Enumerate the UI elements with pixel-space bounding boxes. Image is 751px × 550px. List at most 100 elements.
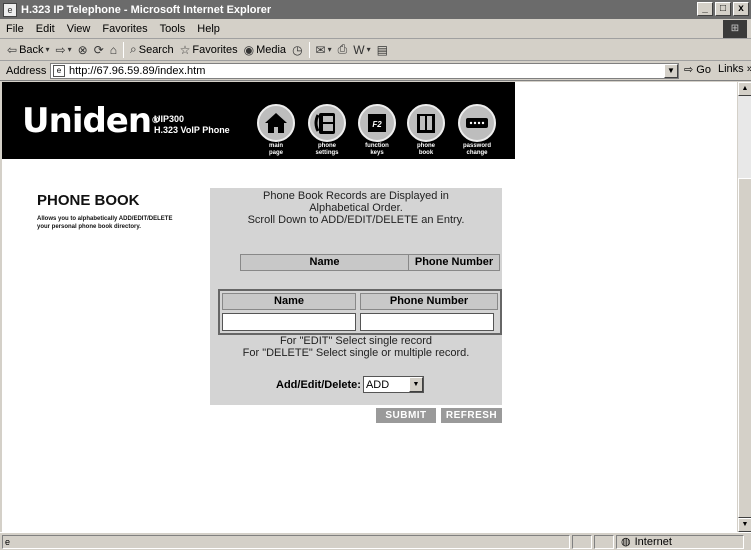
uniden-banner: Uniden® UIP300 H.323 VoIP Phone main page… (2, 82, 515, 159)
forward-button[interactable]: ⇨ ▾ (53, 43, 75, 57)
dropdown-arrow-icon: ▾ (366, 45, 371, 54)
nav-label: main (268, 143, 283, 149)
menu-edit[interactable]: Edit (30, 23, 61, 35)
discuss-icon: ▤ (376, 42, 388, 57)
nav-label: keys (370, 150, 384, 156)
zone-cell: ◍ Internet (616, 534, 744, 549)
back-button[interactable]: ⇦ Back ▾ (4, 43, 53, 57)
nav-label: phone (417, 143, 435, 149)
refresh-icon: ⟳ (93, 42, 104, 57)
title-bar: e H.323 IP Telephone - Microsoft Interne… (0, 0, 751, 19)
menu-view[interactable]: View (61, 23, 97, 35)
phone-number-input[interactable] (360, 313, 494, 331)
nav-label: function (365, 143, 389, 149)
print-icon: ⎙ (337, 42, 348, 56)
address-url: http://67.96.59.89/index.htm (69, 65, 206, 77)
menu-bar: File Edit View Favorites Tools Help ⊞ (0, 19, 751, 39)
note-line: For "EDIT" Select single record (279, 335, 433, 347)
address-input[interactable]: e http://67.96.59.89/index.htm ▼ (50, 63, 679, 79)
dropdown-arrow-icon: ▾ (67, 45, 72, 54)
password-icon (458, 104, 496, 142)
forward-arrow-icon: ⇨ (55, 42, 66, 57)
media-icon: ◉ (243, 42, 255, 57)
zone-label: Internet (634, 535, 672, 548)
edit-header-number: Phone Number (360, 293, 498, 310)
browser-window: e H.323 IP Telephone - Microsoft Interne… (0, 0, 751, 550)
book-icon (407, 104, 445, 142)
menu-tools[interactable]: Tools (154, 23, 192, 35)
stop-icon: ⊗ (77, 42, 88, 57)
media-label: Media (256, 43, 287, 56)
refresh-button[interactable]: ⟳ (91, 43, 107, 57)
submit-button[interactable]: SUBMIT (376, 408, 436, 423)
globe-icon: ◍ (621, 536, 631, 548)
search-button[interactable]: ⌕ Search (127, 42, 177, 57)
toolbar-separator (308, 41, 310, 58)
search-label: Search (138, 43, 174, 56)
menu-file[interactable]: File (0, 23, 30, 35)
toolbar: ⇦ Back ▾ ⇨ ▾ ⊗ ⟳ ⌂ ⌕ Search ☆ Favorites … (0, 39, 751, 61)
nav-main-page[interactable]: main page (256, 104, 296, 157)
close-button[interactable]: x (733, 2, 749, 16)
home-button[interactable]: ⌂ (107, 43, 120, 57)
chevron-down-icon[interactable]: ▼ (408, 377, 423, 392)
action-row: Add/Edit/Delete: ADD ▼ (276, 376, 424, 393)
window-title: H.323 IP Telephone - Microsoft Internet … (21, 3, 272, 16)
info-line: Scroll Down to ADD/EDIT/DELETE an Entry. (247, 214, 465, 226)
status-text-cell: e (2, 534, 570, 549)
stop-button[interactable]: ⊗ (75, 43, 91, 57)
nav-phone-settings[interactable]: phone settings (307, 104, 347, 157)
edit-entry-box: Name Phone Number (218, 289, 502, 335)
home-icon: ⌂ (109, 42, 117, 57)
dropdown-arrow-icon: ▾ (327, 45, 332, 54)
scroll-up-icon[interactable]: ▲ (738, 82, 751, 96)
scroll-down-icon[interactable]: ▼ (738, 518, 751, 532)
print-button[interactable]: ⎙ (335, 42, 351, 57)
selection-note: For "EDIT" Select single record For "DEL… (210, 335, 502, 359)
action-select[interactable]: ADD ▼ (362, 376, 424, 393)
phone-book-panel: Phone Book Records are Displayed in Alph… (210, 188, 502, 405)
uniden-logo: Uniden® (22, 101, 160, 141)
page-title: PHONE BOOK (37, 192, 140, 209)
nav-label: password (462, 143, 491, 149)
vertical-scrollbar[interactable]: ▲ ▼ (737, 82, 751, 532)
name-input[interactable] (222, 313, 356, 331)
edit-button[interactable]: W ▾ (350, 43, 373, 57)
model-desc: H.323 VoIP Phone (154, 125, 230, 135)
links-button[interactable]: Links » (718, 63, 751, 75)
go-button[interactable]: ⇨ Go (684, 63, 711, 76)
history-button[interactable]: ◷ (289, 43, 305, 57)
nav-label: book (418, 150, 434, 156)
toolbar-separator (123, 41, 124, 58)
status-bar: e ◍ Internet (0, 532, 751, 550)
ie-icon: e (3, 2, 17, 17)
f2-text: F2 (372, 120, 382, 129)
page-status-icon: e (5, 536, 11, 547)
refresh-button[interactable]: REFRESH (441, 408, 502, 423)
page-icon: e (53, 65, 65, 77)
windows-logo-icon: ⊞ (723, 20, 747, 38)
search-icon: ⌕ (130, 42, 137, 56)
nav-phone-book[interactable]: phone book (406, 104, 446, 157)
dropdown-arrow-icon: ▾ (45, 45, 50, 54)
media-button[interactable]: ◉ Media (241, 43, 289, 57)
discuss-button[interactable]: ▤ (374, 43, 391, 57)
nav-password-change[interactable]: password change (457, 104, 497, 157)
address-dropdown-icon[interactable]: ▼ (664, 64, 678, 78)
minimize-button[interactable]: _ (697, 2, 713, 16)
home-icon (257, 104, 295, 142)
page-description: Allows you to alphabetically ADD/EDIT/DE… (37, 216, 173, 230)
menu-help[interactable]: Help (191, 23, 226, 35)
nav-function-keys[interactable]: F2 function keys (357, 104, 397, 157)
records-table-header: Name Phone Number (240, 254, 500, 271)
info-line: Phone Book Records are Displayed in (263, 190, 449, 202)
history-icon: ◷ (292, 42, 303, 57)
favorites-button[interactable]: ☆ Favorites (177, 43, 241, 57)
model-label: UIP300 H.323 VoIP Phone (154, 114, 230, 136)
menu-favorites[interactable]: Favorites (96, 23, 153, 35)
mail-icon: ✉ (315, 42, 326, 57)
scroll-thumb[interactable] (738, 178, 751, 518)
nav-label: change (466, 150, 488, 156)
mail-button[interactable]: ✉ ▾ (313, 43, 335, 57)
maximize-button[interactable]: □ (715, 2, 731, 16)
